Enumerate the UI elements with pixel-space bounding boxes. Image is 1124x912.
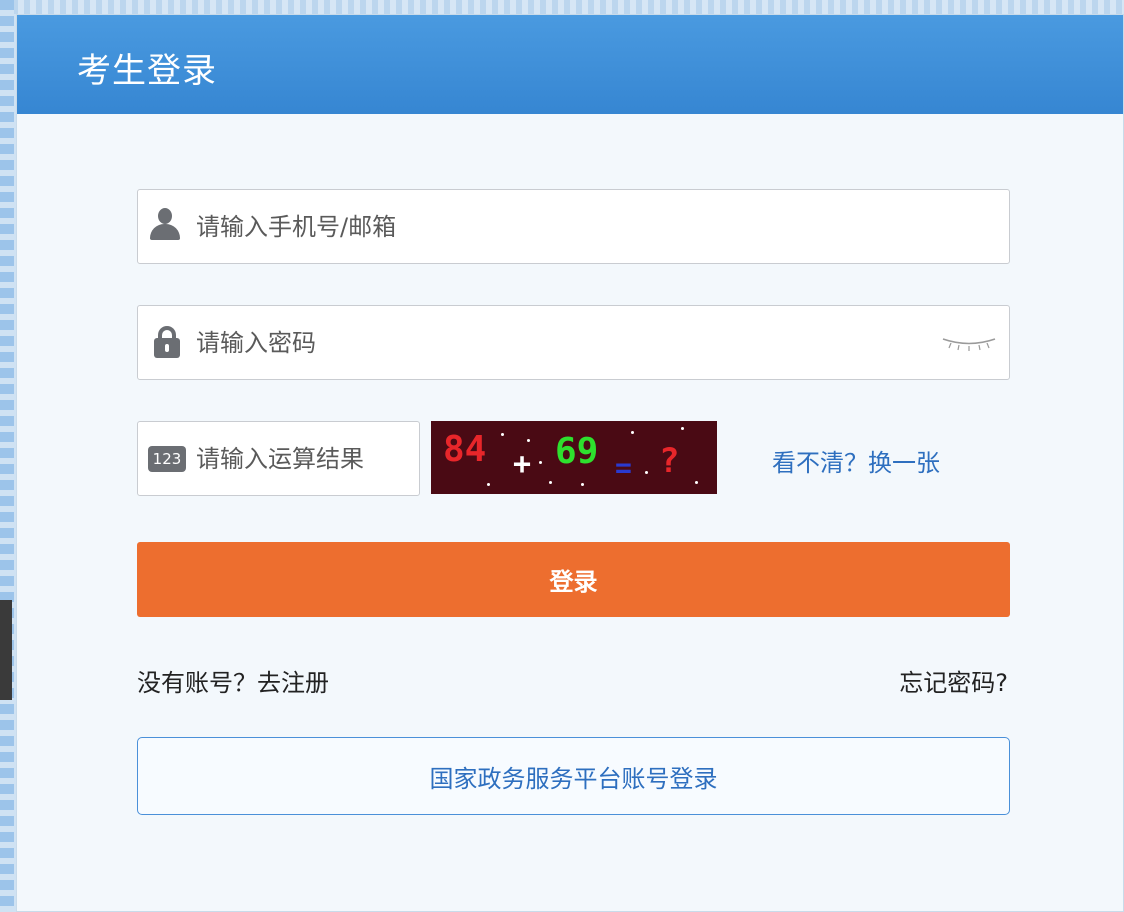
background-left-strip: [0, 0, 14, 912]
captcha-input[interactable]: [196, 422, 416, 495]
captcha-image[interactable]: 84 + 69 = ?: [431, 421, 717, 494]
panel-header: 考生登录: [17, 15, 1123, 114]
background-top-strip: [0, 0, 1124, 14]
eye-closed-icon[interactable]: [941, 336, 997, 352]
register-link[interactable]: 没有账号？去注册: [137, 663, 329, 698]
captcha-question: ?: [659, 441, 680, 481]
account-input[interactable]: [196, 190, 996, 263]
lock-icon: [154, 326, 180, 358]
number-icon: 123: [148, 446, 186, 472]
user-icon: [150, 208, 180, 240]
captcha-operator: +: [513, 447, 532, 482]
password-input[interactable]: [196, 306, 926, 379]
forgot-password-link[interactable]: 忘记密码?: [899, 663, 1008, 698]
gov-platform-login-button[interactable]: 国家政务服务平台账号登录: [137, 737, 1010, 815]
captcha-refresh-link[interactable]: 看不清？换一张: [772, 443, 940, 478]
captcha-equals: =: [615, 451, 632, 484]
page-title: 考生登录: [77, 51, 217, 91]
login-panel: 考生登录 123 84 + 69: [16, 14, 1124, 912]
login-button[interactable]: 登录: [137, 542, 1010, 617]
account-field: [137, 189, 1010, 264]
captcha-operand2: 69: [555, 431, 599, 472]
captcha-field: 123: [137, 421, 420, 496]
password-field: [137, 305, 1010, 380]
background-left-edge: [0, 600, 12, 700]
captcha-operand1: 84: [443, 429, 487, 470]
